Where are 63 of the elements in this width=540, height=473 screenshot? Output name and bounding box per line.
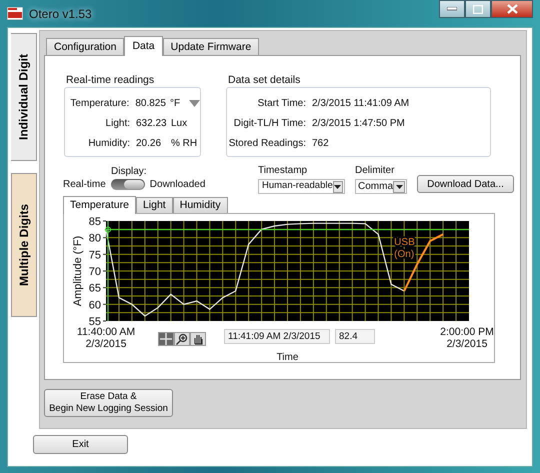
maximize-icon bbox=[473, 4, 483, 14]
cursor-marker[interactable] bbox=[105, 226, 111, 233]
cursor-value-field[interactable]: 82.4 bbox=[335, 329, 375, 344]
unit-label: °F bbox=[170, 96, 180, 110]
axis-tick-label: 11:40:00 AM 2/3/2015 bbox=[76, 326, 136, 350]
display-switch[interactable] bbox=[110, 179, 145, 190]
field-label: Timestamp bbox=[258, 164, 308, 178]
cursor-time-field[interactable]: 11:41:09 AM 2/3/2015 bbox=[224, 329, 330, 344]
side-tab[interactable]: Individual Digit bbox=[11, 33, 37, 161]
field-label: Delimiter bbox=[355, 164, 396, 178]
detail-label: Digit-TL/H Time: bbox=[232, 116, 306, 130]
minimize-button[interactable] bbox=[439, 0, 465, 18]
timestamp-dropdown[interactable]: Human-readable bbox=[258, 179, 345, 194]
close-icon bbox=[506, 4, 518, 14]
delimiter-dropdown[interactable]: Comma bbox=[355, 179, 407, 194]
detail-label: Start Time: bbox=[256, 96, 306, 110]
detail-value: 2/3/2015 11:41:09 AM bbox=[312, 96, 410, 110]
axis-tick-label: 2:00:00 PM 2/3/2015 bbox=[439, 326, 495, 350]
switch-option-label: Real-time bbox=[63, 178, 106, 192]
reading-value: 632.23 bbox=[136, 116, 168, 130]
download-button[interactable]: Download Data... bbox=[417, 175, 514, 193]
unit-dropdown-icon[interactable] bbox=[189, 100, 200, 106]
reading-label: Light: bbox=[104, 116, 130, 130]
axis-label: Time bbox=[276, 352, 300, 364]
reading-label: Humidity: bbox=[87, 136, 130, 150]
axis-tick-label: 60 bbox=[88, 299, 101, 312]
zoom-tool[interactable] bbox=[174, 332, 190, 346]
maximize-button[interactable] bbox=[465, 0, 491, 18]
cursor-line[interactable] bbox=[106, 229, 470, 230]
graph-tab[interactable]: Humidity bbox=[172, 197, 228, 213]
tab[interactable]: Update Firmware bbox=[162, 38, 260, 55]
reading-label: Temperature: bbox=[69, 96, 130, 110]
crosshair-tool[interactable] bbox=[158, 332, 174, 346]
window-title: Otero v1.53 bbox=[29, 6, 92, 22]
graph-tab[interactable]: Light bbox=[136, 197, 173, 213]
detail-label: Stored Readings: bbox=[228, 136, 306, 150]
unit-label: % RH bbox=[171, 136, 198, 150]
minimize-icon bbox=[447, 7, 457, 11]
axis-tick-label: 80 bbox=[88, 232, 101, 245]
switch-label: Display: bbox=[111, 165, 147, 179]
app-icon bbox=[7, 7, 23, 20]
axis-tick-label: 70 bbox=[88, 266, 101, 278]
axis-tick-label: 65 bbox=[88, 282, 101, 295]
pan-tool[interactable] bbox=[190, 332, 206, 346]
unit-label: Lux bbox=[171, 116, 188, 130]
erase-button[interactable]: Erase Data & Begin New Logging Session bbox=[44, 389, 173, 417]
group-label: Real-time readings bbox=[66, 73, 156, 87]
axis-label: Amplitude (°F) bbox=[72, 236, 84, 306]
axis-tick-label: 85 bbox=[88, 216, 101, 228]
side-tab[interactable]: Multiple Digits bbox=[11, 173, 37, 317]
reading-value: 80.825 bbox=[135, 96, 167, 110]
detail-value: 762 bbox=[312, 136, 329, 150]
reading-value: 20.26 bbox=[136, 136, 162, 150]
switch-option-label: Downloaded bbox=[150, 178, 206, 192]
graph-tab[interactable]: Temperature bbox=[63, 196, 136, 214]
axis-tick-label: 55 bbox=[88, 316, 101, 326]
tab[interactable]: Data bbox=[124, 36, 163, 56]
exit-button[interactable]: Exit bbox=[33, 435, 128, 454]
close-button[interactable] bbox=[491, 0, 533, 18]
tab[interactable]: Configuration bbox=[46, 38, 124, 55]
detail-value: 2/3/2015 1:47:50 PM bbox=[312, 116, 405, 130]
axis-tick-label: 75 bbox=[88, 249, 101, 262]
group-label: Data set details bbox=[228, 73, 302, 87]
